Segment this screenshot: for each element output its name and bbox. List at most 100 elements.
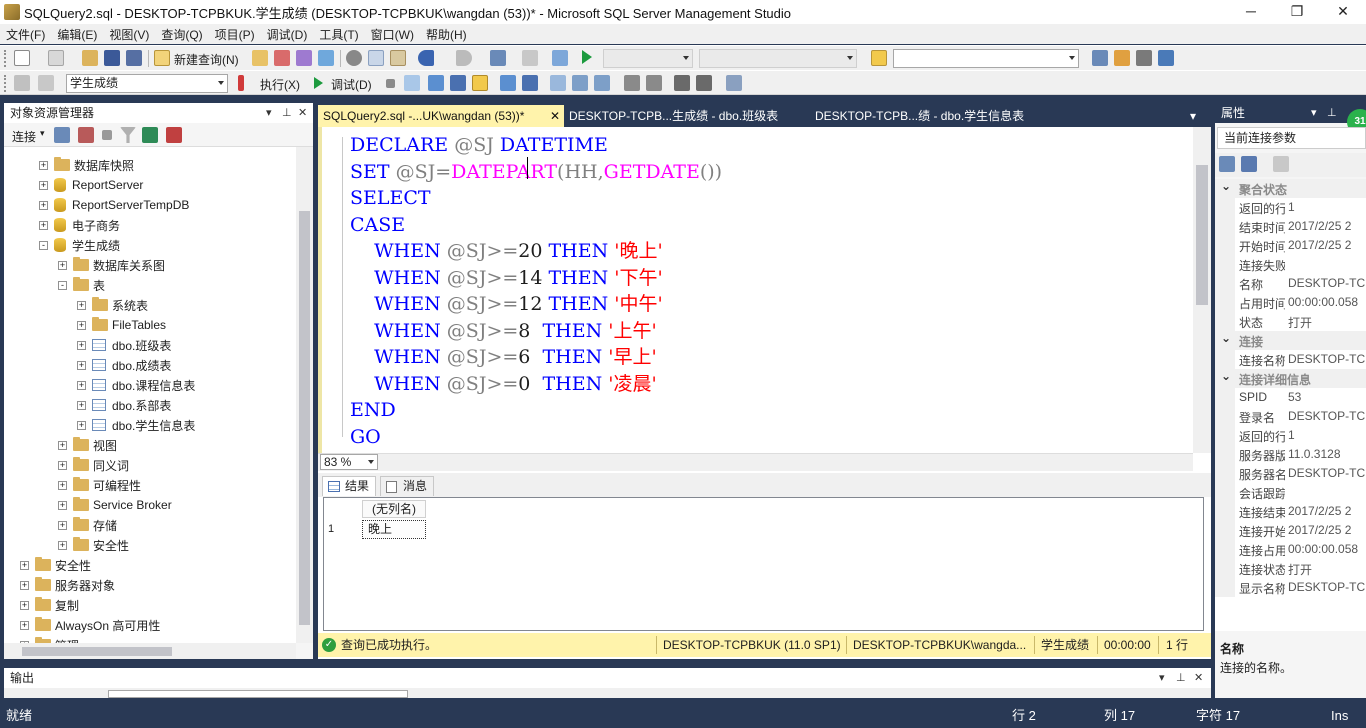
maximize-button[interactable]: ❐ (1274, 0, 1320, 24)
results-to-file-icon[interactable] (594, 75, 610, 91)
property-row[interactable]: 连接失败 (1215, 255, 1366, 274)
find-combo[interactable] (893, 49, 1079, 68)
open-file-icon[interactable] (82, 50, 98, 66)
properties-window-icon[interactable] (1158, 50, 1174, 66)
toolbox-icon[interactable] (1136, 50, 1152, 66)
expand-icon[interactable]: + (20, 580, 29, 590)
tree-node[interactable]: + 视图 (58, 435, 117, 455)
property-row[interactable]: 会话跟踪 (1215, 483, 1366, 502)
navigate-backward-icon[interactable] (490, 50, 506, 66)
new-query-icon[interactable] (154, 50, 170, 66)
add-item-icon[interactable] (48, 50, 64, 66)
panel-close-icon[interactable]: ✕ (298, 103, 307, 123)
connect-icon[interactable] (14, 75, 30, 91)
save-all-icon[interactable] (126, 50, 142, 66)
expand-icon[interactable]: + (77, 320, 86, 330)
tree-node[interactable]: + 同义词 (58, 455, 129, 475)
scrollbar-thumb[interactable] (1196, 165, 1208, 305)
tree-node[interactable]: + 复制 (20, 595, 79, 615)
tree-node[interactable]: + dbo.课程信息表 (77, 375, 195, 395)
tree-node[interactable]: + ReportServer (39, 175, 143, 195)
expand-icon[interactable]: + (58, 440, 67, 450)
analysis-mdx-icon[interactable] (274, 50, 290, 66)
toolbar-grip[interactable] (4, 75, 7, 92)
tree-node[interactable]: + ReportServerTempDB (39, 195, 189, 215)
include-plan-icon[interactable] (500, 75, 516, 91)
chevron-down-icon[interactable]: ⌄ (1221, 331, 1231, 345)
tab-overflow-icon[interactable]: ▾ (1190, 105, 1206, 127)
connect-server-icon[interactable] (54, 127, 70, 143)
tree-node[interactable]: + 数据库关系图 (58, 255, 165, 275)
property-row[interactable]: 显示名称 DESKTOP-TC (1215, 578, 1366, 597)
property-category[interactable]: ⌄ 聚合状态 (1215, 179, 1366, 198)
row-number[interactable]: 1 (328, 520, 358, 538)
menu-query[interactable]: 查询(Q) (161, 26, 202, 43)
start-debug-icon[interactable] (582, 50, 592, 64)
cut-icon[interactable] (346, 50, 362, 66)
expand-icon[interactable]: + (58, 520, 67, 530)
collapse-icon[interactable]: - (39, 240, 48, 250)
tree-node[interactable]: + 系统表 (77, 295, 148, 315)
menu-help[interactable]: 帮助(H) (426, 26, 467, 43)
tree-node[interactable]: + dbo.系部表 (77, 395, 171, 415)
filter-icon[interactable] (120, 127, 136, 143)
property-row[interactable]: 登录名 DESKTOP-TC (1215, 407, 1366, 426)
properties-object-select[interactable]: 当前连接参数 (1217, 127, 1366, 149)
scrollbar-thumb[interactable] (22, 647, 172, 656)
display-plan-icon[interactable] (428, 75, 444, 91)
activity-monitor-icon[interactable] (166, 127, 182, 143)
chevron-down-icon[interactable]: ⌄ (1221, 179, 1231, 193)
solution-platform-select[interactable] (699, 49, 857, 68)
decrease-indent-icon[interactable] (674, 75, 690, 91)
cancel-query-icon[interactable] (386, 79, 395, 88)
zoom-select[interactable]: 83 % (320, 454, 378, 470)
expand-icon[interactable]: + (20, 620, 29, 630)
results-to-text-icon[interactable] (550, 75, 566, 91)
registered-servers-icon[interactable] (1092, 50, 1108, 66)
tree-node[interactable]: + 电子商务 (39, 215, 120, 235)
expand-icon[interactable]: + (58, 260, 67, 270)
redo-icon[interactable] (456, 50, 472, 66)
tree-node[interactable]: + dbo.成绩表 (77, 355, 171, 375)
property-row[interactable]: SPID 53 (1215, 388, 1366, 407)
property-category[interactable]: ⌄ 连接详细信息 (1215, 369, 1366, 388)
output-source-select[interactable] (108, 690, 408, 698)
copy-icon[interactable] (368, 50, 384, 66)
parse-icon[interactable] (404, 75, 420, 91)
db-engine-query-icon[interactable] (252, 50, 268, 66)
specify-values-icon[interactable] (726, 75, 742, 91)
stop-icon[interactable] (102, 130, 112, 140)
close-window-button[interactable]: ✕ (1320, 0, 1366, 24)
tab-class-table[interactable]: DESKTOP-TCPB...生成绩 - dbo.班级表 (564, 105, 810, 127)
expand-icon[interactable]: + (58, 500, 67, 510)
result-cell[interactable]: 晚上 (362, 520, 426, 539)
menu-project[interactable]: 项目(P) (215, 26, 255, 43)
analysis-dmx-icon[interactable] (296, 50, 312, 66)
uncomment-icon[interactable] (646, 75, 662, 91)
property-row[interactable]: 服务器名称DESKTOP-TC (1215, 464, 1366, 483)
execute-button[interactable]: 执行(X) (260, 76, 300, 93)
comment-icon[interactable] (624, 75, 640, 91)
results-to-grid2-icon[interactable] (572, 75, 588, 91)
toolbar-grip[interactable] (4, 50, 7, 67)
pin-icon[interactable]: ⊥ (282, 103, 292, 123)
expand-icon[interactable]: + (77, 400, 86, 410)
property-row[interactable]: 状态 打开 (1215, 312, 1366, 331)
tree-node[interactable]: + FileTables (77, 315, 166, 335)
expand-icon[interactable]: + (58, 480, 67, 490)
panel-dropdown-icon[interactable]: ▾ (1159, 668, 1165, 688)
client-statistics-icon[interactable] (522, 75, 538, 91)
tab-sqlquery2[interactable]: SQLQuery2.sql -...UK\wangdan (53))* ✕ (318, 105, 564, 127)
property-row[interactable]: 连接结束 2017/2/25 2 (1215, 502, 1366, 521)
navigate-forward-icon[interactable] (522, 50, 538, 66)
tab-messages[interactable]: 消息 (380, 476, 435, 496)
tree-node[interactable]: + 服务器对象 (20, 575, 115, 595)
pin-icon[interactable]: ⊥ (1176, 668, 1186, 688)
expand-icon[interactable]: + (77, 380, 86, 390)
tree-node[interactable]: + AlwaysOn 高可用性 (20, 615, 160, 635)
panel-dropdown-icon[interactable]: ▾ (266, 103, 272, 123)
chevron-down-icon[interactable]: ⌄ (1221, 369, 1231, 383)
expand-icon[interactable]: + (20, 560, 29, 570)
disconnect-icon[interactable] (78, 127, 94, 143)
tree-node[interactable]: + 数据库快照 (39, 155, 134, 175)
